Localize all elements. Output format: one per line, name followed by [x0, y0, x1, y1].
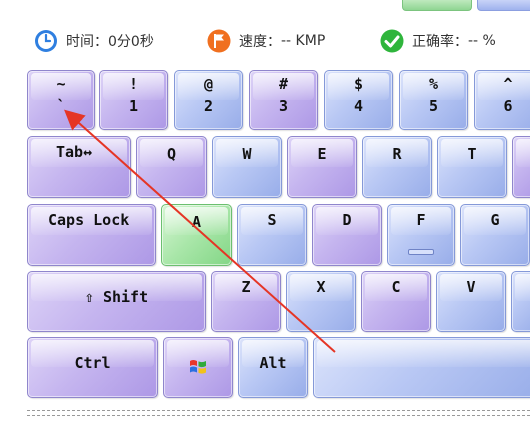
key-s[interactable]: S [237, 204, 307, 266]
time-label: 时间： [66, 34, 108, 50]
check-icon [380, 29, 404, 53]
key-caps-lock[interactable]: Caps Lock [27, 204, 156, 266]
key-1-shift: ! [128, 75, 139, 93]
key-w[interactable]: W [212, 136, 282, 198]
key-4[interactable]: $ 4 [324, 70, 393, 130]
flag-icon [207, 29, 231, 53]
key-t-label: T [467, 145, 477, 163]
key-5-shift: % [428, 75, 439, 93]
clock-icon [34, 29, 58, 53]
speed-label: 速度： [239, 34, 281, 50]
key-1[interactable]: ! 1 [99, 70, 168, 130]
key-v[interactable]: V [436, 271, 506, 332]
key-x[interactable]: X [286, 271, 356, 332]
time-stat: 时间： 0分0秒 [34, 28, 154, 54]
windows-logo-icon [189, 358, 207, 380]
key-3[interactable]: # 3 [249, 70, 318, 130]
home-row-bump [408, 249, 434, 255]
key-q-label: Q [166, 145, 177, 163]
key-r-label: R [392, 145, 402, 163]
divider-dotted [27, 415, 530, 416]
key-z[interactable]: Z [211, 271, 281, 332]
accuracy-label: 正确率： [412, 34, 468, 50]
key-2[interactable]: @ 2 [174, 70, 243, 130]
speed-stat: 速度： -- KMP [207, 28, 325, 54]
key-2-shift: @ [203, 75, 214, 93]
time-value: 0分0秒 [108, 34, 154, 50]
key-backtick-shift: ~ [56, 75, 66, 93]
key-backtick[interactable]: ~ ` [27, 70, 95, 130]
key-f[interactable]: F [387, 204, 455, 266]
key-ctrl[interactable]: Ctrl [27, 337, 158, 398]
key-w-label: W [242, 145, 252, 163]
key-4-shift: $ [353, 75, 364, 93]
key-e-label: E [317, 145, 327, 163]
key-tab[interactable]: Tab↔ [27, 136, 131, 198]
key-shift-label: ⇧ Shift [84, 288, 149, 306]
key-6-shift: ^ [503, 75, 513, 93]
stats-bar: 时间： 0分0秒 速度： -- KMP 正确率： -- % [0, 28, 530, 54]
key-6-char: 6 [503, 97, 513, 115]
key-y[interactable] [512, 136, 530, 198]
key-space[interactable] [313, 337, 530, 398]
key-g-label: G [490, 211, 500, 229]
key-backtick-char: ` [56, 97, 66, 115]
key-alt-label: Alt [259, 354, 287, 372]
key-alt[interactable]: Alt [238, 337, 308, 398]
key-5-char: 5 [428, 97, 439, 115]
key-f-label: F [416, 211, 426, 229]
key-3-shift: # [278, 75, 289, 93]
key-windows[interactable] [163, 337, 233, 398]
key-4-char: 4 [353, 97, 364, 115]
key-e[interactable]: E [287, 136, 357, 198]
key-2-char: 2 [203, 97, 214, 115]
key-1-char: 1 [128, 97, 139, 115]
key-6[interactable]: ^ 6 [474, 70, 530, 130]
key-a-label: A [191, 213, 202, 231]
speed-value: -- KMP [281, 33, 326, 49]
key-s-label: S [267, 211, 277, 229]
key-q[interactable]: Q [136, 136, 207, 198]
key-shift[interactable]: ⇧ Shift [27, 271, 206, 332]
accuracy-stat: 正确率： -- % [380, 28, 496, 54]
key-ctrl-label: Ctrl [74, 354, 111, 372]
prev-row-key-hint [477, 0, 530, 11]
key-caps-lock-label: Caps Lock [48, 211, 130, 229]
key-c[interactable]: C [361, 271, 431, 332]
key-5[interactable]: % 5 [399, 70, 468, 130]
key-d-label: D [342, 211, 352, 229]
key-3-char: 3 [278, 97, 289, 115]
key-t[interactable]: T [437, 136, 507, 198]
key-c-label: C [391, 278, 401, 296]
accuracy-value: -- % [468, 33, 496, 49]
key-a-highlighted[interactable]: A [161, 204, 232, 266]
divider-dotted [27, 410, 530, 411]
key-r[interactable]: R [362, 136, 432, 198]
key-v-label: V [466, 278, 476, 296]
key-z-label: Z [241, 278, 251, 296]
key-b[interactable] [511, 271, 530, 332]
key-d[interactable]: D [312, 204, 382, 266]
key-g[interactable]: G [460, 204, 530, 266]
prev-row-key-hint [402, 0, 472, 11]
key-tab-label: Tab↔ [56, 143, 93, 161]
key-x-label: X [316, 278, 326, 296]
